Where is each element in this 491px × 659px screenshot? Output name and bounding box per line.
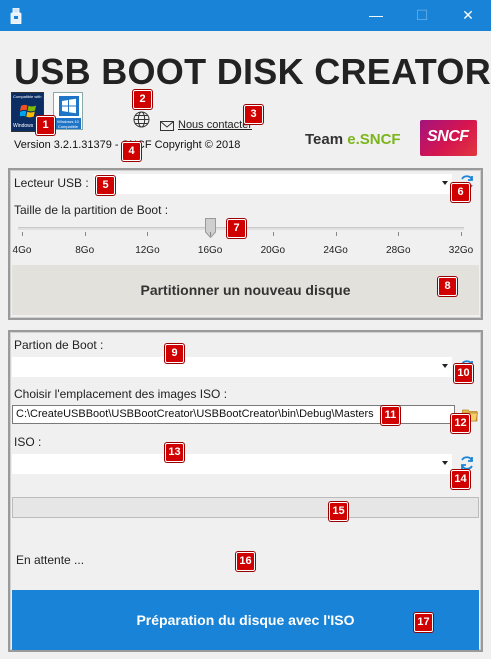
slider-tick-label: 32Go xyxy=(448,245,474,256)
win7-badge-bottom-text: Windows xyxy=(13,123,34,129)
windows-flag-icon xyxy=(20,104,36,118)
title-bar[interactable]: — ☐ ✕ xyxy=(0,0,491,31)
slider-tick xyxy=(398,232,400,236)
slider-tick xyxy=(22,232,23,236)
slider-tick-label: 8Go xyxy=(75,245,95,256)
annotation-badge: 4 xyxy=(122,142,141,161)
iso-select[interactable] xyxy=(12,454,452,474)
slider-tick xyxy=(461,232,462,236)
team-brand: e.SNCF xyxy=(347,131,401,148)
annotation-badge: 9 xyxy=(165,344,184,363)
contact-link[interactable]: Nous contacter xyxy=(178,119,252,131)
windows-flag-icon xyxy=(59,96,79,116)
progress-bar xyxy=(12,497,479,518)
globe-icon[interactable] xyxy=(133,111,150,128)
refresh-icon[interactable] xyxy=(459,455,475,471)
iso-location-label: Choisir l'emplacement des images ISO : xyxy=(14,387,228,401)
iso-panel: Partion de Boot : Choisir l'emplacement … xyxy=(8,330,483,652)
windows10-compatible-logo: Windows 10 Compatible xyxy=(53,92,83,130)
partition-button[interactable]: Partitionner un nouveau disque xyxy=(12,265,479,315)
slider-tick-label: 28Go xyxy=(386,245,411,256)
annotation-badge: 12 xyxy=(451,414,470,433)
team-label: Team e.SNCF xyxy=(305,131,401,148)
annotation-badge: 10 xyxy=(454,364,473,383)
maximize-button[interactable]: ☐ xyxy=(399,0,445,31)
annotation-badge: 5 xyxy=(96,176,115,195)
slider-tick xyxy=(84,232,86,236)
annotation-badge: 17 xyxy=(414,613,433,632)
boot-partition-select[interactable] xyxy=(12,357,452,377)
sncf-logo-text: SNCF xyxy=(427,128,469,145)
boot-partition-label: Partion de Boot : xyxy=(14,338,104,352)
sncf-logo: SNCF xyxy=(420,120,477,156)
annotation-badge: 2 xyxy=(133,90,152,109)
close-button[interactable]: ✕ xyxy=(445,0,491,31)
iso-label: ISO : xyxy=(14,435,42,449)
annotation-badge: 3 xyxy=(244,105,263,124)
annotation-badge: 13 xyxy=(165,443,184,462)
chevron-down-icon xyxy=(442,461,448,465)
annotation-badge: 15 xyxy=(329,502,348,521)
boot-size-label: Taille de la partition de Boot : xyxy=(14,203,169,217)
chevron-down-icon xyxy=(442,364,448,368)
annotation-badge: 16 xyxy=(236,552,255,571)
minimize-button[interactable]: — xyxy=(353,0,399,31)
slider-tick-label: 12Go xyxy=(135,245,160,256)
app-icon xyxy=(10,8,22,24)
slider-tick-label: 4Go xyxy=(12,245,32,256)
mail-icon xyxy=(160,121,174,131)
usb-drive-label: Lecteur USB : xyxy=(14,176,89,190)
app-title: USB BOOT DISK CREATOR xyxy=(14,51,491,92)
slider-tick-label: 24Go xyxy=(323,245,348,256)
annotation-badge: 8 xyxy=(438,277,457,296)
slider-tick xyxy=(272,232,274,236)
annotation-badge: 7 xyxy=(227,219,246,238)
annotation-badge: 11 xyxy=(381,406,400,425)
partition-panel: Lecteur USB : Taille de la partition de … xyxy=(8,168,483,320)
slider-tick xyxy=(147,232,149,236)
annotation-badge: 1 xyxy=(36,116,55,135)
slider-tick-label: 16Go xyxy=(197,245,223,256)
header: USB BOOT DISK CREATOR Compatible with Wi… xyxy=(0,31,491,161)
slider-tick xyxy=(210,232,212,236)
annotation-badge: 14 xyxy=(451,470,470,489)
win7-badge-top-text: Compatible with xyxy=(13,94,42,99)
status-text: En attente ... xyxy=(16,553,85,567)
annotation-badge: 6 xyxy=(451,183,470,202)
win10-badge-text: Windows 10 Compatible xyxy=(55,118,81,129)
prepare-disk-button[interactable]: Préparation du disque avec l'ISO xyxy=(12,590,479,650)
usb-drive-select[interactable] xyxy=(94,174,452,194)
chevron-down-icon xyxy=(442,181,448,185)
slider-tick-label: 20Go xyxy=(260,245,286,256)
team-prefix: Team xyxy=(305,131,348,148)
slider-tick xyxy=(335,232,337,236)
